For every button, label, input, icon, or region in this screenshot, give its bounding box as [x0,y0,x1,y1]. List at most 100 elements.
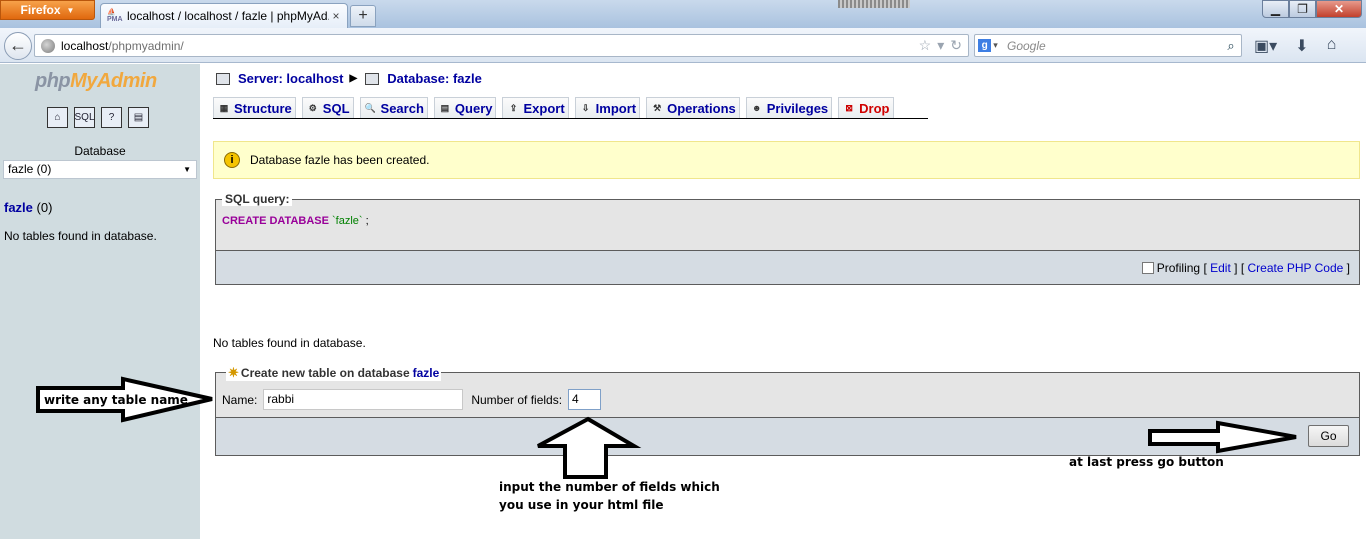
server-icon [216,72,230,85]
chevron-down-icon: ▼ [66,5,75,15]
urlbar-buttons: ☆ ▾ ↻ [919,37,962,54]
history-dropdown-icon[interactable]: ▾ [937,37,944,54]
sql-icon: ⚙ [308,102,317,113]
home-icon[interactable]: ⌂ [47,107,68,128]
edit-link[interactable]: Edit [1210,261,1231,275]
table-name-input[interactable]: rabbi [263,389,464,410]
toolbar-icons: ▣▾ ⬇ ⌂ [1254,36,1336,56]
success-notice: i Database fazle has been created. [213,141,1360,179]
navigation-frame: phpMyAdmin ⌂ SQL ? ▤ Database fazle (0) … [0,64,200,539]
sidebar-empty-message: No tables found in database. [4,229,157,243]
window-controls: ▁ ❐ ✕ [1262,0,1362,18]
new-tab-button[interactable]: + [350,5,376,27]
minimize-icon[interactable]: ▁ [1262,0,1289,18]
sql-terminator: ; [365,215,369,227]
reload-icon[interactable]: ↻ [950,37,962,54]
sql-keyword: CREATE DATABASE [222,215,329,227]
quick-links: ⌂ SQL ? ▤ [47,107,149,128]
phpmyadmin-favicon-icon: ⛵ PMA [107,9,123,23]
logo-php: php [35,70,71,92]
maximize-icon[interactable]: ❐ [1289,0,1316,18]
close-icon[interactable]: ✕ [1316,0,1362,18]
breadcrumb: Server: localhost ▶ Database: fazle [216,71,482,86]
create-table-legend: ✷ Create new table on database fazle [226,365,442,381]
annotation-fields-hint-line2: you use in your html file [499,498,664,512]
sql-icon[interactable]: SQL [74,107,95,128]
bookmark-star-icon[interactable]: ☆ [919,37,932,54]
operations-icon: ⚒ [653,102,662,113]
import-icon: ⇩ [581,102,590,113]
firefox-menu-label: Firefox [20,3,61,17]
window-titlebar: Firefox ▼ ⛵ PMA localhost / localhost / f… [0,0,1366,28]
tab-sql[interactable]: ⚙ SQL [301,97,354,118]
address-bar[interactable]: localhost /phpmyadmin/ ☆ ▾ ↻ [34,34,969,57]
search-icon[interactable]: ⌕ [1221,38,1241,54]
search-placeholder: Google [1007,38,1046,53]
breadcrumb-server[interactable]: Server: localhost [238,71,344,86]
close-tab-icon[interactable]: × [329,9,343,23]
number-of-fields-input[interactable]: 4 [568,389,602,410]
tab-structure[interactable]: ▦ Structure [213,97,296,118]
url-path: /phpmyadmin/ [108,38,184,53]
back-arrow-icon[interactable]: ← [4,32,32,60]
firefox-menu-button[interactable]: Firefox ▼ [0,0,95,20]
table-name-label: Name: [222,392,258,407]
home-icon[interactable]: ⌂ [1327,36,1337,56]
tab-label: Privileges [766,100,829,116]
tab-operations[interactable]: ⚒ Operations [646,97,740,118]
search-engine-button[interactable]: g ▾ [975,35,1001,56]
downloads-icon[interactable]: ⬇ [1295,36,1308,56]
database-link[interactable]: fazle [4,200,33,215]
annotation-fields-hint-line1: input the number of fields which [499,480,720,494]
database-select-value: fazle (0) [8,162,52,176]
window-grip [838,0,910,8]
tab-label: SQL [322,100,350,116]
new-table-icon: ✷ [228,365,239,380]
create-table-row: Name: rabbi Number of fields: 4 [222,389,602,410]
profiling-checkbox[interactable] [1141,261,1154,274]
search-bar[interactable]: g ▾ Google ⌕ [974,34,1242,57]
sql-query-footer: Profiling [ Edit ] [ Create PHP Code ] [216,250,1359,284]
site-identity-icon[interactable] [41,38,55,53]
tab-query[interactable]: ▤ Query [433,97,497,118]
chevron-down-icon: ▼ [183,165,191,174]
search-icon: 🔍 [364,102,377,113]
go-button[interactable]: Go [1308,425,1349,447]
browser-tab[interactable]: ⛵ PMA localhost / localhost / fazle | php… [100,3,348,28]
database-select[interactable]: fazle (0) ▼ [3,160,197,179]
create-php-code-link[interactable]: Create PHP Code [1247,261,1343,275]
create-table-footer: Go [216,417,1359,455]
create-table-fieldset: ✷ Create new table on database fazle Nam… [215,365,1360,456]
tab-drop[interactable]: ⊠ Drop [838,97,894,118]
breadcrumb-database[interactable]: Database: fazle [387,71,482,86]
no-tables-message: No tables found in database. [213,336,366,350]
drop-icon: ⊠ [845,102,853,113]
create-table-legend-text: Create new table on database [240,366,410,380]
database-icon [365,72,380,85]
create-table-db-name: fazle [412,366,440,380]
structure-icon: ▦ [219,102,229,113]
tab-label: Import [595,100,637,116]
tab-export[interactable]: ⇪ Export [502,97,569,118]
navigation-toolbar: ← localhost /phpmyadmin/ ☆ ▾ ↻ g ▾ Google… [0,28,1366,63]
tab-privileges[interactable]: ☻ Privileges [745,97,833,118]
database-table-count: (0) [36,200,53,215]
tab-label: Drop [859,100,890,116]
tab-label: Query [454,100,493,116]
number-of-fields-label: Number of fields: [471,392,563,407]
tab-label: Search [380,100,424,116]
bookmarks-menu-icon[interactable]: ▣▾ [1254,36,1277,56]
phpmyadmin-logo[interactable]: phpMyAdmin [35,70,157,93]
sql-query-fieldset: SQL query: CREATE DATABASE `fazle` ; Pro… [215,192,1360,285]
annotation-go-hint: at last press go button [1069,455,1224,469]
query-window-icon[interactable]: ? [101,107,122,128]
tab-search[interactable]: 🔍 Search [359,97,428,118]
query-icon: ▤ [440,102,450,113]
sql-query-text: CREATE DATABASE `fazle` ; [222,215,369,227]
google-icon: g [978,39,992,52]
profiling-label: Profiling [1156,260,1201,275]
database-tabs: ▦ Structure ⚙ SQL 🔍 Search ▤ Query ⇪ Export ⇩… [213,97,928,119]
tab-import[interactable]: ⇩ Import [574,97,641,118]
tab-label: Structure [234,100,292,116]
docs-icon[interactable]: ▤ [128,107,149,128]
